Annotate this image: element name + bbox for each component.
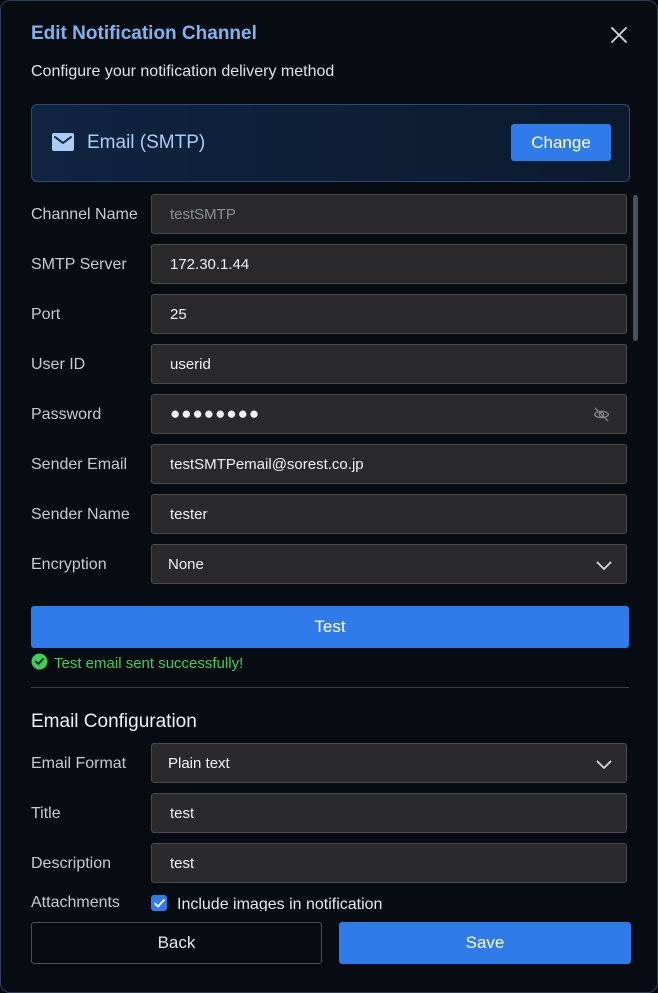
email-format-label: Email Format <box>31 755 127 772</box>
title-row: Title test <box>31 793 629 835</box>
sender-name-input[interactable]: tester <box>151 494 627 534</box>
port-input[interactable]: 25 <box>151 294 627 334</box>
eye-off-icon[interactable] <box>593 406 610 428</box>
title-input[interactable]: test <box>151 793 627 833</box>
dialog-subtitle: Configure your notification delivery met… <box>31 63 335 80</box>
user-id-row: User ID userid <box>31 344 629 386</box>
test-button[interactable]: Test <box>31 606 629 648</box>
port-label: Port <box>31 306 61 323</box>
port-row: Port 25 <box>31 294 629 336</box>
user-id-input[interactable]: userid <box>151 344 627 384</box>
channel-name-input[interactable]: testSMTP <box>151 194 627 234</box>
sender-name-row: Sender Name tester <box>31 494 629 536</box>
password-row: Password ●●●●●●●● <box>31 394 629 436</box>
user-id-label: User ID <box>31 356 86 373</box>
user-id-value: userid <box>170 356 211 373</box>
description-value: test <box>170 855 195 872</box>
title-value: test <box>170 805 195 822</box>
test-status-text: Test email sent successfully! <box>54 655 244 672</box>
channel-type-label: Email (SMTP) <box>87 132 206 153</box>
smtp-server-row: SMTP Server 172.30.1.44 <box>31 244 629 286</box>
close-icon[interactable] <box>607 23 631 47</box>
attachments-label: Attachments <box>31 894 120 911</box>
include-images-checkbox[interactable] <box>151 895 167 911</box>
smtp-server-input[interactable]: 172.30.1.44 <box>151 244 627 284</box>
smtp-server-value: 172.30.1.44 <box>170 256 250 273</box>
password-label: Password <box>31 406 102 423</box>
email-format-row: Email Format Plain text <box>31 743 629 785</box>
save-button[interactable]: Save <box>339 922 631 964</box>
smtp-server-label: SMTP Server <box>31 256 127 273</box>
password-input[interactable]: ●●●●●●●● <box>151 394 627 434</box>
channel-type-card: Email (SMTP) Change <box>31 104 630 182</box>
encryption-label: Encryption <box>31 556 107 573</box>
change-type-button[interactable]: Change <box>511 124 611 161</box>
dialog-title: Edit Notification Channel <box>31 23 257 44</box>
description-input[interactable]: test <box>151 843 627 883</box>
sender-email-row: Sender Email testSMTPemail@sorest.co.jp <box>31 444 629 486</box>
sender-email-value: testSMTPemail@sorest.co.jp <box>170 456 364 473</box>
description-row: Description test <box>31 843 629 885</box>
scrollbar-thumb[interactable] <box>633 195 638 341</box>
encryption-value: None <box>168 556 204 573</box>
sender-name-label: Sender Name <box>31 506 130 523</box>
back-button[interactable]: Back <box>31 922 322 964</box>
chevron-down-icon <box>596 757 612 775</box>
title-label: Title <box>31 805 61 822</box>
channel-name-value: testSMTP <box>170 206 236 223</box>
encryption-row: Encryption None <box>31 544 629 586</box>
sender-email-label: Sender Email <box>31 456 128 473</box>
check-circle-icon <box>31 653 48 674</box>
password-value: ●●●●●●●● <box>170 404 261 423</box>
edit-channel-dialog: Edit Notification Channel Configure your… <box>0 0 658 993</box>
email-format-value: Plain text <box>168 755 230 772</box>
description-label: Description <box>31 855 112 872</box>
test-status: Test email sent successfully! <box>31 653 243 674</box>
encryption-select[interactable]: None <box>151 544 627 584</box>
chevron-down-icon <box>596 558 612 576</box>
sender-name-value: tester <box>170 506 208 523</box>
email-format-select[interactable]: Plain text <box>151 743 627 783</box>
section-divider <box>31 687 629 688</box>
port-value: 25 <box>170 306 187 323</box>
mail-icon <box>52 133 74 156</box>
channel-name-label: Channel Name <box>31 206 138 223</box>
channel-name-row: Channel Name testSMTP <box>31 194 629 236</box>
email-config-heading: Email Configuration <box>31 711 197 732</box>
sender-email-input[interactable]: testSMTPemail@sorest.co.jp <box>151 444 627 484</box>
